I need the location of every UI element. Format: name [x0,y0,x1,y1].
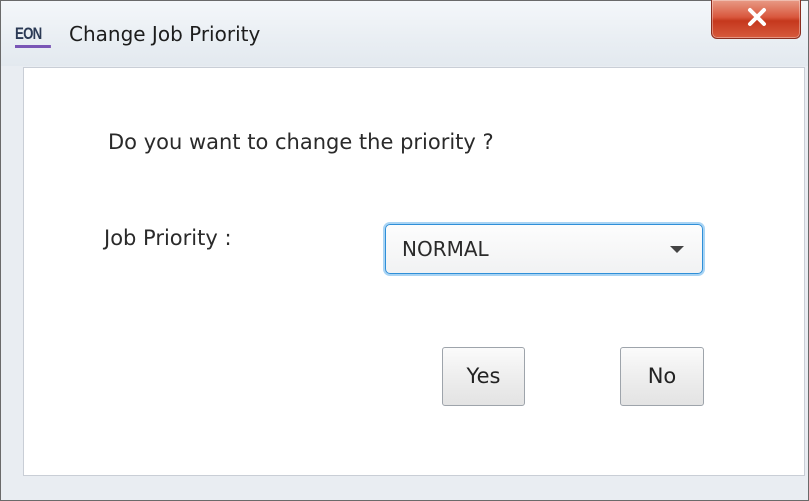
window-title: Change Job Priority [69,22,261,46]
close-button[interactable] [711,0,801,39]
dialog-content: Do you want to change the priority ? Job… [23,67,805,476]
title-bar[interactable]: EON Change Job Priority [1,0,808,66]
confirmation-question: Do you want to change the priority ? [108,130,494,154]
chevron-down-icon [670,246,684,253]
no-button[interactable]: No [620,347,704,406]
app-logo-icon: EON [15,24,51,48]
yes-button[interactable]: Yes [442,347,525,406]
change-job-priority-dialog: EON Change Job Priority Do you want to c… [0,0,809,501]
close-icon [748,8,766,26]
job-priority-label: Job Priority : [104,226,232,250]
app-logo-text: EON [15,24,42,43]
job-priority-selected-value: NORMAL [402,237,489,261]
app-logo-underline [15,45,51,48]
job-priority-select[interactable]: NORMAL [385,224,703,274]
